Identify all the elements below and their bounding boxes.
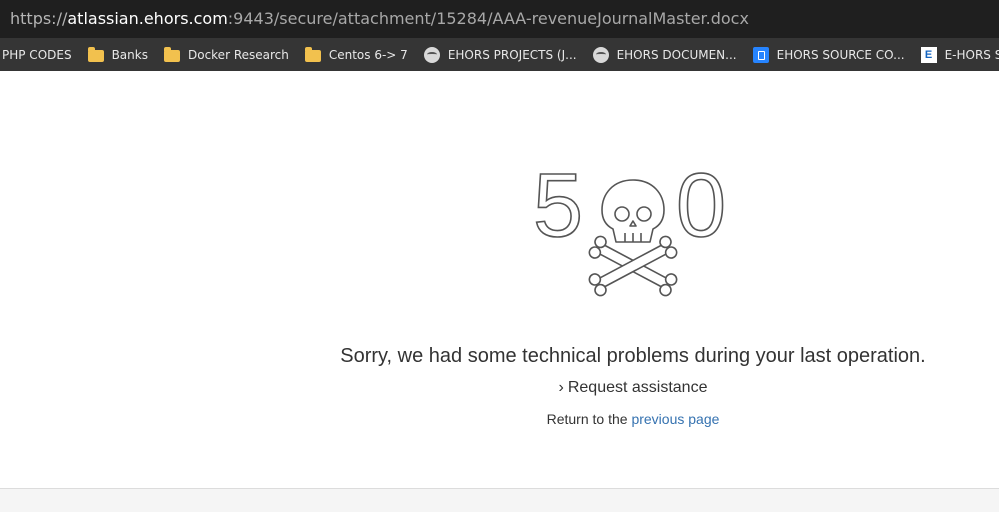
error-message: Sorry, we had some technical problems du… <box>340 345 926 367</box>
bookmark-label: EHORS SOURCE CO... <box>776 47 905 62</box>
previous-page-link[interactable]: previous page <box>631 411 719 427</box>
url-text[interactable]: https://atlassian.ehors.com:9443/secure/… <box>10 9 749 29</box>
url-scheme: https:// <box>10 9 68 28</box>
page-footer <box>0 488 999 512</box>
address-bar[interactable]: https://atlassian.ehors.com:9443/secure/… <box>0 0 999 38</box>
folder-icon <box>304 46 321 62</box>
return-line: Return to the previous page <box>300 411 966 427</box>
globe-icon <box>592 46 609 63</box>
bookmark-label: Centos 6-> 7 <box>328 47 408 62</box>
bookmark-ehors-documents[interactable]: EHORS DOCUMEN... <box>585 38 745 71</box>
bitbucket-icon <box>752 46 769 63</box>
bookmark-label: EHORS PROJECTS (J... <box>447 47 577 62</box>
bookmark-label: Banks <box>111 47 148 62</box>
folder-icon <box>87 46 104 62</box>
bookmark-centos[interactable]: Centos 6-> 7 <box>297 38 416 71</box>
bookmark-banks[interactable]: Banks <box>80 38 156 71</box>
bookmark-label: Docker Research <box>187 47 289 62</box>
return-prefix: Return to the <box>546 411 632 427</box>
bookmark-php-codes[interactable]: PHP CODES <box>0 38 80 71</box>
error-code-left: 5 <box>533 160 583 256</box>
e-logo-icon: E <box>920 46 937 63</box>
request-assistance-link[interactable]: › Request assistance <box>300 379 966 397</box>
chevron-right-icon: › <box>558 379 564 396</box>
error-500-illustration: 5 0 <box>532 160 727 297</box>
bookmark-label: EHORS DOCUMEN... <box>616 47 737 62</box>
url-host: atlassian.ehors.com <box>67 9 228 28</box>
request-assistance-label: Request assistance <box>567 379 708 396</box>
bookmark-ehors-support[interactable]: E E-HORS Support <box>913 38 999 71</box>
skull-crossbones-icon <box>588 179 678 297</box>
error-code-right: 0 <box>676 160 726 256</box>
bookmark-ehors-projects[interactable]: EHORS PROJECTS (J... <box>416 38 585 71</box>
bookmark-docker-research[interactable]: Docker Research <box>156 38 297 71</box>
globe-icon <box>423 46 440 63</box>
bookmarks-bar: PHP CODES Banks Docker Research Centos 6… <box>0 38 999 71</box>
bookmark-ehors-source-code[interactable]: EHORS SOURCE CO... <box>745 38 913 71</box>
bookmark-label: PHP CODES <box>2 47 72 62</box>
folder-icon <box>163 46 180 62</box>
url-path: :9443/secure/attachment/15284/AAA-revenu… <box>227 9 749 28</box>
bookmark-label: E-HORS Support <box>944 47 999 62</box>
